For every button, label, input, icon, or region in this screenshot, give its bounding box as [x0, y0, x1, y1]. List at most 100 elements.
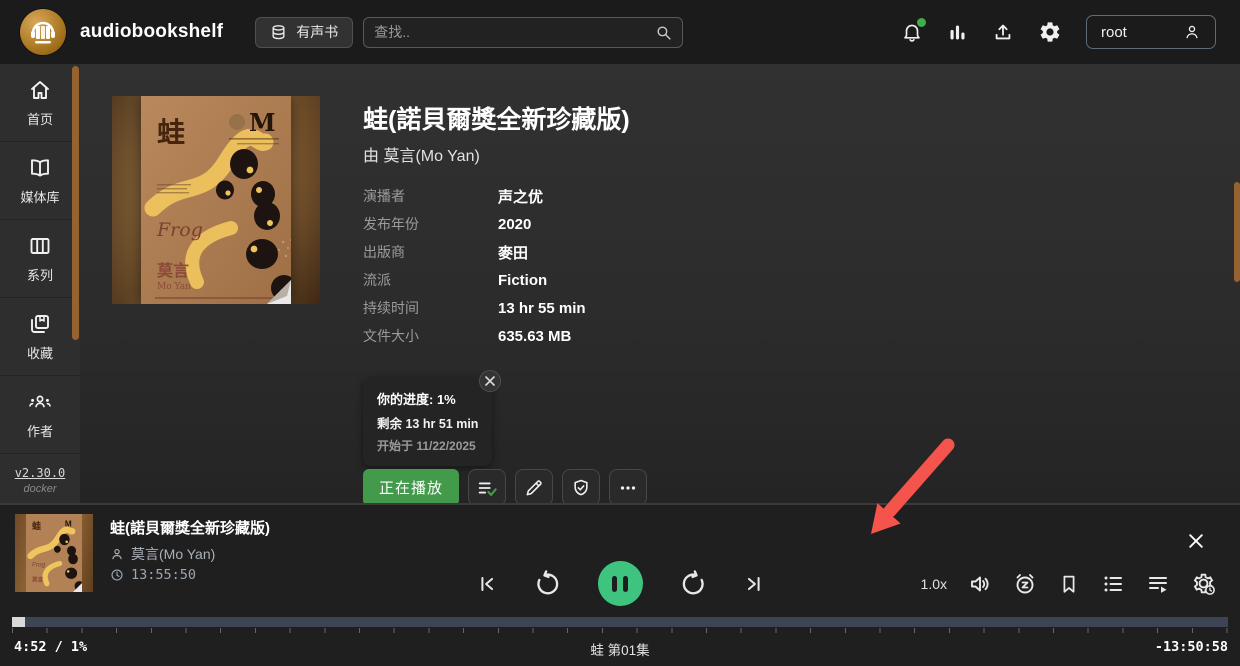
- upload-button[interactable]: [992, 21, 1014, 43]
- search-input[interactable]: [374, 24, 656, 40]
- search-icon[interactable]: [655, 24, 672, 41]
- pause-icon: [612, 575, 617, 592]
- appbar-actions: root: [901, 15, 1240, 49]
- ellipsis-icon: [620, 485, 636, 490]
- author-link[interactable]: 莫言(Mo Yan): [383, 148, 479, 165]
- bookmark-icon: [1063, 575, 1075, 593]
- table-row: 持续时间 13 hr 55 min: [363, 299, 586, 317]
- player-settings-button[interactable]: [1191, 571, 1216, 596]
- sidebar-item-authors[interactable]: 作者: [0, 376, 80, 454]
- sidebar-label: 媒体库: [20, 189, 60, 205]
- table-row: 文件大小 635.63 MB: [363, 327, 572, 345]
- audio-player-bar: 蛙 M Frog 莫言 蛙(諾貝爾獎全新珍藏版) 莫言(Mo Yan) 13:5…: [0, 505, 1240, 666]
- search-box[interactable]: [363, 16, 684, 48]
- sidebar-label: 系列: [26, 267, 53, 283]
- columns-icon: [30, 237, 50, 254]
- progress-card-close-button[interactable]: [479, 370, 502, 392]
- progress-started-text: 开始于 11/22/2025: [377, 439, 476, 453]
- author-prefix: 由: [363, 148, 380, 165]
- user-account-button[interactable]: root: [1086, 15, 1216, 49]
- sidebar-item-series[interactable]: 系列: [0, 220, 80, 298]
- person-icon: [112, 548, 122, 560]
- stats-button[interactable]: [947, 22, 968, 43]
- sidebar-item-library[interactable]: 媒体库: [0, 142, 80, 220]
- version-link[interactable]: v2.30.0: [0, 466, 80, 480]
- close-icon: [485, 376, 496, 386]
- cover-english-title: Frog: [156, 219, 203, 241]
- queue-button[interactable]: [1146, 572, 1170, 596]
- progress-remaining-text: 剩余 13 hr 51 min: [377, 417, 479, 431]
- table-row: 演播者 声之优: [363, 188, 544, 206]
- player-time-row: 4:52 / 1% 蛙 第01集 -13:50:58: [0, 636, 1240, 658]
- bookmark-button[interactable]: [1058, 573, 1080, 595]
- sidebar-label: 首页: [26, 111, 53, 127]
- sidebar-label: 收藏: [26, 345, 53, 361]
- player-close-button[interactable]: [1186, 531, 1206, 551]
- sidebar-scrollbar[interactable]: [72, 66, 79, 340]
- settings-button[interactable]: [1038, 20, 1062, 44]
- skip-next-icon: [747, 576, 760, 591]
- cover-title-char: 蛙: [157, 116, 185, 149]
- notification-dot: [917, 18, 926, 27]
- cover-publisher-mark: M: [249, 108, 276, 137]
- playlist-check-icon: [478, 482, 497, 496]
- remaining-time: -13:50:58: [1154, 639, 1228, 655]
- cover-author-cn: 莫言: [156, 261, 189, 280]
- playback-speed-button[interactable]: 1.0x: [921, 576, 947, 592]
- speaker-icon: [971, 576, 989, 591]
- playlist-add-button[interactable]: [468, 469, 507, 506]
- cover-author-en: Mo Yan: [157, 282, 191, 292]
- sidebar-label: 作者: [26, 423, 53, 439]
- sleep-timer-icon: [1016, 573, 1034, 593]
- person-icon: [1186, 25, 1198, 39]
- bar-chart-icon: [950, 25, 965, 39]
- sidebar-item-collections[interactable]: 收藏: [0, 298, 80, 376]
- chapter-tick-marks: [12, 628, 1228, 633]
- library-selector-button[interactable]: 有声书: [255, 16, 354, 48]
- upload-icon: [995, 24, 1011, 40]
- more-button[interactable]: [609, 469, 648, 506]
- player-track-title[interactable]: 蛙(諾貝爾獎全新珍藏版): [110, 517, 270, 538]
- progress-card: 你的进度: 1% 剩余 13 hr 51 min 开始于 11/22/2025: [363, 370, 502, 466]
- svg-text:蛙: 蛙: [32, 520, 41, 531]
- page-title: 蛙(諾貝爾獎全新珍藏版): [363, 106, 630, 134]
- edit-button[interactable]: [515, 469, 554, 506]
- previous-chapter-button[interactable]: [476, 573, 498, 595]
- pause-button[interactable]: [597, 561, 643, 606]
- next-chapter-button[interactable]: [743, 573, 765, 595]
- manage-button[interactable]: [562, 469, 601, 506]
- sleep-timer-button[interactable]: [1013, 572, 1037, 596]
- pencil-icon: [526, 479, 542, 495]
- notifications-button[interactable]: [901, 18, 926, 43]
- list-icon: [1104, 576, 1122, 591]
- jump-forward-button[interactable]: [679, 569, 707, 598]
- metadata-table: 演播者 声之优 发布年份 2020 出版商 麥田 流派 Fiction 持续时间…: [363, 182, 586, 350]
- audiobookshelf-logo-icon[interactable]: [20, 9, 66, 55]
- book-actions: 正在播放: [363, 469, 648, 506]
- page-scrollbar[interactable]: [1234, 182, 1240, 282]
- seek-progress[interactable]: [12, 617, 25, 627]
- current-chapter-label[interactable]: 蛙 第01集: [0, 639, 1240, 659]
- sidebar: 首页 媒体库 系列 收藏 作者 v2.30.0 docker: [0, 64, 80, 505]
- seek-bar[interactable]: [12, 617, 1228, 627]
- sidebar-item-home[interactable]: 首页: [0, 64, 80, 142]
- book-author-line: 由 莫言(Mo Yan): [363, 142, 480, 166]
- people-group-icon: [29, 395, 51, 407]
- volume-button[interactable]: [968, 572, 992, 596]
- playing-button[interactable]: 正在播放: [363, 469, 460, 506]
- book-cover[interactable]: 蛙 M Frog 莫言 Mo Yan: [112, 96, 320, 304]
- skip-previous-icon: [480, 576, 493, 591]
- gear-clock-icon: [1193, 573, 1215, 595]
- database-icon: [272, 24, 285, 39]
- chapters-button[interactable]: [1101, 572, 1125, 596]
- rewind-arrow-icon: [536, 569, 558, 594]
- close-icon: [1189, 534, 1203, 548]
- collections-icon: [31, 314, 49, 333]
- shield-check-icon: [574, 479, 588, 495]
- table-row: 出版商 麥田: [363, 244, 529, 262]
- open-book-icon: [31, 158, 49, 177]
- platform-label: docker: [23, 483, 57, 495]
- version-block: v2.30.0 docker: [0, 454, 80, 495]
- table-row: 流派 Fiction: [363, 271, 548, 289]
- jump-backward-button[interactable]: [534, 569, 562, 598]
